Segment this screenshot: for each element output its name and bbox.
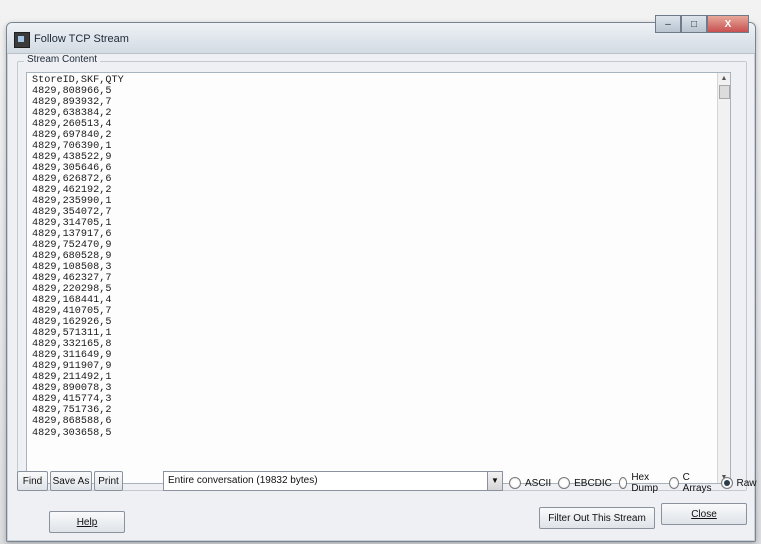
stream-line: 4829,314705,1 bbox=[32, 218, 112, 230]
close-button[interactable]: Close bbox=[661, 503, 747, 525]
vertical-scrollbar[interactable]: ▲ ▼ bbox=[717, 73, 730, 483]
stream-toolbar: Find Save As Print Entire conversation (… bbox=[17, 469, 757, 494]
stream-line: 4829,638384,2 bbox=[32, 108, 112, 120]
maximize-icon[interactable]: □ bbox=[681, 15, 707, 33]
stream-content-textarea[interactable]: StoreID,SKF,QTY 4829,808966,5 4829,893932,… bbox=[26, 72, 731, 484]
stream-line: 4829,162926,5 bbox=[32, 317, 112, 329]
radio-raw-dot[interactable] bbox=[720, 477, 733, 489]
find-button-label: Find bbox=[22, 475, 43, 487]
stream-line: 4829,697840,2 bbox=[32, 130, 112, 142]
stream-line: 4829,752470,9 bbox=[32, 240, 112, 252]
scroll-thumb[interactable] bbox=[719, 85, 730, 99]
stream-line: 4829,410705,7 bbox=[32, 306, 112, 318]
print-button[interactable]: Print bbox=[94, 471, 123, 491]
radio-c-arrays[interactable]: C Arrays bbox=[668, 472, 714, 494]
stream-line: 4829,462192,2 bbox=[32, 185, 112, 197]
scroll-up-arrow-icon[interactable]: ▲ bbox=[719, 73, 729, 84]
radio-ascii-dot[interactable] bbox=[509, 477, 521, 489]
stream-line: 4829,706390,1 bbox=[32, 141, 112, 153]
stream-line: 4829,235990,1 bbox=[32, 196, 112, 208]
stream-line: 4829,303658,5 bbox=[32, 427, 112, 439]
window-controls: – □ X bbox=[655, 15, 749, 33]
radio-hex-dump[interactable]: Hex Dump bbox=[618, 472, 662, 494]
stream-line: 4829,415774,3 bbox=[32, 394, 112, 406]
window-title: Follow TCP Stream bbox=[34, 33, 129, 45]
help-button-label: Help bbox=[76, 516, 98, 528]
conversation-select-value: Entire conversation (19832 bytes) bbox=[168, 475, 318, 486]
filter-out-stream-button[interactable]: Filter Out This Stream bbox=[539, 507, 655, 529]
radio-hex-dump-label: Hex Dump bbox=[631, 472, 659, 494]
filter-out-stream-button-label: Filter Out This Stream bbox=[548, 512, 646, 524]
title-bar[interactable]: Follow TCP Stream – □ X bbox=[7, 15, 755, 54]
radio-c-arrays-dot[interactable] bbox=[668, 477, 679, 489]
radio-hex-dump-dot[interactable] bbox=[618, 477, 628, 489]
close-icon[interactable]: X bbox=[707, 15, 749, 33]
radio-ascii-label: ASCII bbox=[525, 477, 552, 489]
radio-ascii[interactable]: ASCII bbox=[509, 472, 551, 494]
stream-line: 4829,868588,6 bbox=[32, 416, 112, 428]
stream-line: 4829,220298,5 bbox=[32, 284, 112, 296]
stream-line: 4829,893932,7 bbox=[32, 97, 112, 109]
stream-line: 4829,808966,5 bbox=[32, 86, 112, 98]
wireshark-app-icon bbox=[14, 32, 30, 48]
follow-tcp-stream-window: Follow TCP Stream – □ X Stream Content S… bbox=[6, 15, 757, 542]
stream-line: 4829,211492,1 bbox=[32, 372, 112, 384]
minimize-icon[interactable]: – bbox=[655, 15, 681, 33]
stream-line: 4829,260513,4 bbox=[32, 119, 112, 131]
radio-c-arrays-label: C Arrays bbox=[682, 472, 712, 494]
stream-line: 4829,438522,9 bbox=[32, 152, 112, 164]
stream-line: 4829,911907,9 bbox=[32, 361, 112, 373]
stream-content-group: Stream Content StoreID,SKF,QTY 4829,80896… bbox=[17, 54, 747, 491]
stream-line: 4829,137917,6 bbox=[32, 229, 112, 241]
close-button-label: Close bbox=[691, 508, 717, 520]
radio-raw[interactable]: Raw bbox=[720, 472, 757, 494]
stream-line: StoreID,SKF,QTY bbox=[32, 75, 124, 86]
save-as-button[interactable]: Save As bbox=[50, 471, 92, 491]
stream-line: 4829,332165,8 bbox=[32, 339, 112, 351]
dialog-button-bar: Help Filter Out This Stream Close bbox=[7, 495, 755, 541]
stream-line: 4829,680528,9 bbox=[32, 251, 112, 263]
format-radio-group: ASCII EBCDIC Hex Dump C Arrays Raw bbox=[509, 472, 757, 494]
stream-line: 4829,571311,1 bbox=[32, 328, 112, 340]
stream-lines: StoreID,SKF,QTY 4829,808966,5 4829,893932,… bbox=[32, 75, 124, 439]
chevron-down-icon[interactable]: ▼ bbox=[487, 472, 502, 490]
stream-line: 4829,354072,7 bbox=[32, 207, 112, 219]
print-button-label: Print bbox=[98, 475, 119, 487]
stream-line: 4829,462327,7 bbox=[32, 273, 112, 285]
radio-raw-label: Raw bbox=[736, 477, 757, 489]
stream-line: 4829,751736,2 bbox=[32, 405, 112, 417]
radio-ebcdic-label: EBCDIC bbox=[574, 477, 612, 489]
stream-line: 4829,890078,3 bbox=[32, 383, 112, 395]
save-as-button-label: Save As bbox=[52, 475, 90, 487]
radio-ebcdic[interactable]: EBCDIC bbox=[558, 472, 612, 494]
stream-line: 4829,311649,9 bbox=[32, 350, 112, 362]
conversation-select[interactable]: Entire conversation (19832 bytes) ▼ bbox=[163, 471, 503, 491]
stream-line: 4829,305646,6 bbox=[32, 163, 112, 175]
radio-ebcdic-dot[interactable] bbox=[558, 477, 571, 489]
find-button[interactable]: Find bbox=[17, 471, 48, 491]
stream-line: 4829,626872,6 bbox=[32, 174, 112, 186]
stream-line: 4829,108508,3 bbox=[32, 262, 112, 274]
stream-content-legend: Stream Content bbox=[24, 54, 101, 65]
help-button[interactable]: Help bbox=[49, 511, 125, 533]
stream-line: 4829,168441,4 bbox=[32, 295, 112, 307]
